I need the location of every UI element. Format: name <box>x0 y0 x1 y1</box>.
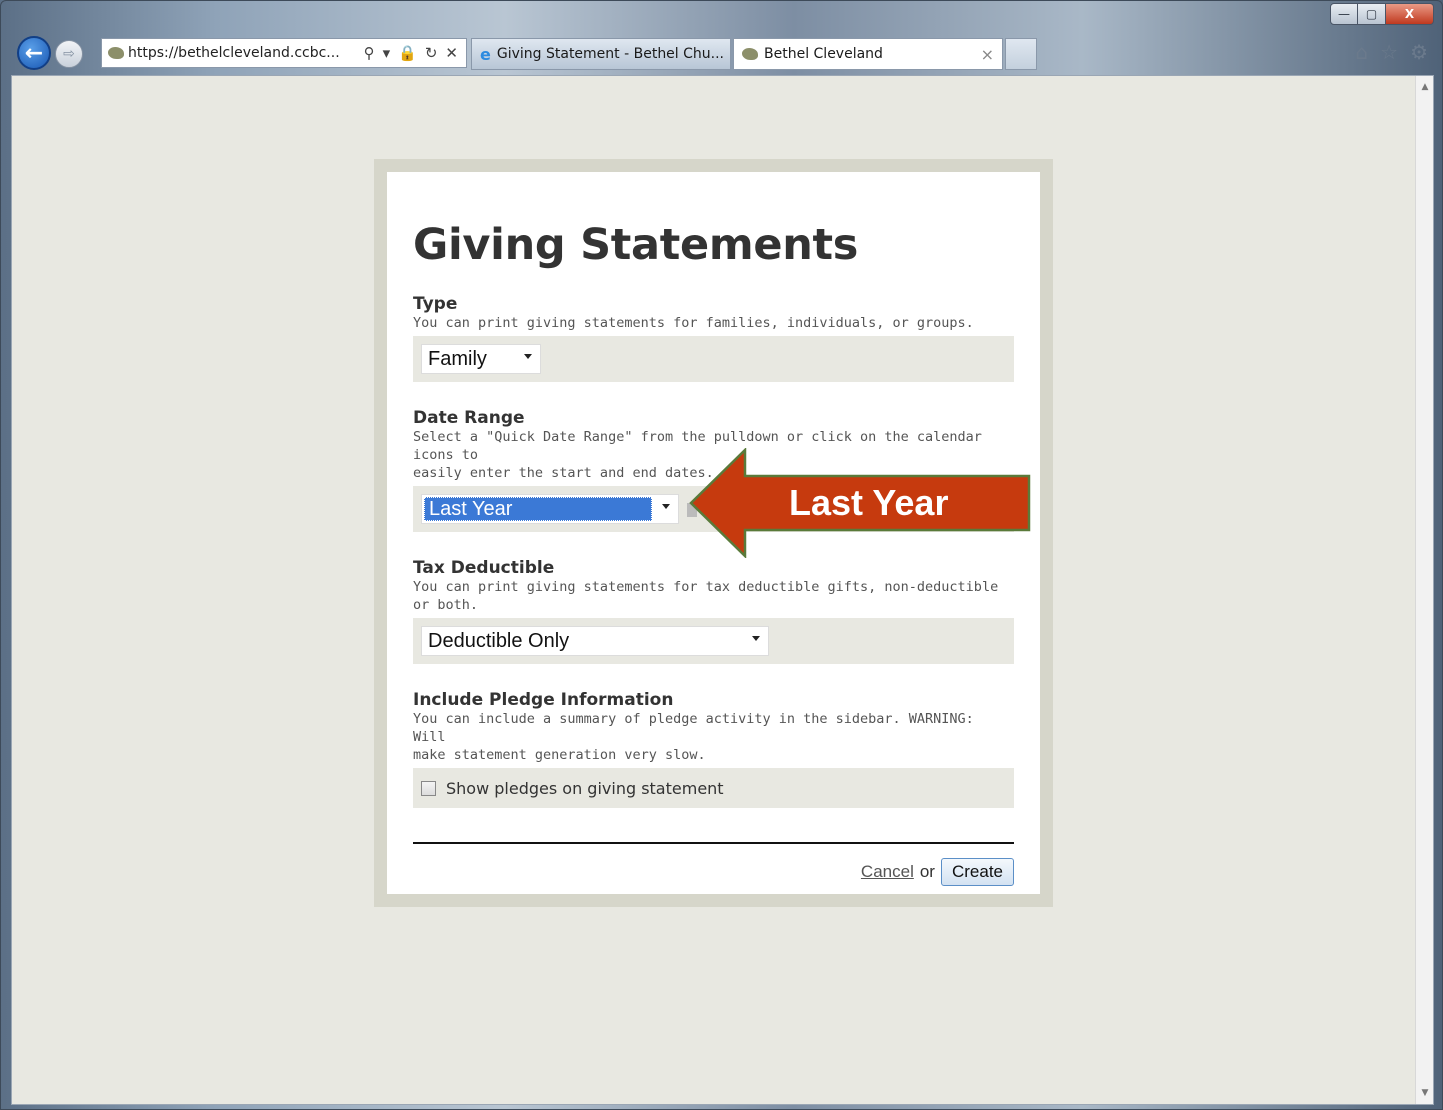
scroll-down-arrow-icon[interactable]: ▼ <box>1416 1084 1434 1102</box>
tax-deductible-select[interactable]: Deductible Only <box>421 626 769 656</box>
date-range-select-value: Last Year <box>424 497 652 521</box>
tax-deductible-section: Tax Deductible You can print giving stat… <box>413 558 1014 664</box>
maximize-button[interactable]: ▢ <box>1358 3 1386 25</box>
show-pledges-label[interactable]: Show pledges on giving statement <box>446 779 724 798</box>
pledge-help-line2: make statement generation very slow. <box>413 747 706 763</box>
or-text: or <box>919 862 935 881</box>
type-select[interactable]: Family <box>421 344 541 374</box>
pledge-section: Include Pledge Information You can inclu… <box>413 690 1014 808</box>
dropdown-icon[interactable]: ▾ <box>383 44 391 62</box>
stop-icon[interactable]: ✕ <box>445 44 458 62</box>
forward-arrow-icon: ⇨ <box>63 46 75 62</box>
minimize-button[interactable]: — <box>1330 3 1358 25</box>
page-title: Giving Statements <box>413 220 859 270</box>
create-button[interactable]: Create <box>940 858 1014 886</box>
address-bar[interactable]: https://bethelcleveland.ccbc... ⚲ ▾ 🔒 ↻ … <box>101 38 467 68</box>
site-favicon-icon <box>742 48 758 60</box>
url-text[interactable]: https://bethelcleveland.ccbc... <box>128 45 360 61</box>
type-select-value: Family <box>428 347 487 370</box>
tab-label: Giving Statement - Bethel Chu... <box>496 46 725 62</box>
form-actions: Cancel or Create <box>413 858 1014 886</box>
vertical-scrollbar[interactable]: ▲ ▼ <box>1415 76 1433 1104</box>
pledge-help-line1: You can include a summary of pledge acti… <box>413 711 974 745</box>
favorites-star-icon[interactable]: ☆ <box>1380 40 1398 64</box>
close-tab-icon[interactable]: × <box>981 45 994 64</box>
close-window-button[interactable]: X <box>1386 3 1434 25</box>
chevron-down-icon <box>752 636 760 641</box>
back-arrow-icon: ← <box>24 40 44 66</box>
form-divider <box>413 842 1014 844</box>
browser-window: — ▢ X ← ⇨ https://bethelcleveland.ccbc..… <box>0 0 1443 1110</box>
chevron-down-icon <box>662 504 670 509</box>
site-favicon-icon <box>108 47 124 59</box>
new-tab-button[interactable] <box>1005 38 1037 70</box>
tax-deductible-label: Tax Deductible <box>413 558 555 578</box>
settings-gear-icon[interactable]: ⚙ <box>1410 40 1428 64</box>
cancel-link[interactable]: Cancel <box>861 862 914 882</box>
page-viewport: ▲ ▼ Giving Statements Type You can print… <box>11 75 1434 1105</box>
refresh-icon[interactable]: ↻ <box>425 44 438 62</box>
type-section: Type You can print giving statements for… <box>413 294 1014 382</box>
tab-label: Bethel Cleveland <box>764 46 883 62</box>
callout-text: Last Year <box>789 482 949 523</box>
type-label: Type <box>413 294 458 314</box>
tax-deductible-select-value: Deductible Only <box>428 629 570 652</box>
back-button[interactable]: ← <box>17 36 51 70</box>
window-controls: — ▢ X <box>1330 3 1434 25</box>
chevron-down-icon <box>524 354 532 359</box>
tab-giving-statement[interactable]: e Giving Statement - Bethel Chu... <box>471 38 731 70</box>
tax-deductible-help: You can print giving statements for tax … <box>413 579 999 613</box>
annotation-arrow-callout: Last Year <box>689 448 1032 558</box>
home-icon[interactable]: ⌂ <box>1355 40 1368 64</box>
type-help: You can print giving statements for fami… <box>413 315 974 331</box>
navigation-bar: ← ⇨ https://bethelcleveland.ccbc... ⚲ ▾ … <box>9 31 1436 75</box>
search-icon[interactable]: ⚲ <box>364 44 375 62</box>
quick-date-range-select[interactable]: Last Year <box>421 494 679 524</box>
lock-icon[interactable]: 🔒 <box>398 44 417 62</box>
date-range-label: Date Range <box>413 408 525 428</box>
show-pledges-checkbox[interactable] <box>421 780 436 796</box>
pledge-label: Include Pledge Information <box>413 690 674 710</box>
forward-button[interactable]: ⇨ <box>55 40 83 68</box>
ie-icon: e <box>480 44 491 64</box>
scroll-up-arrow-icon[interactable]: ▲ <box>1416 78 1434 96</box>
tab-bethel-cleveland[interactable]: Bethel Cleveland × <box>733 38 1003 70</box>
